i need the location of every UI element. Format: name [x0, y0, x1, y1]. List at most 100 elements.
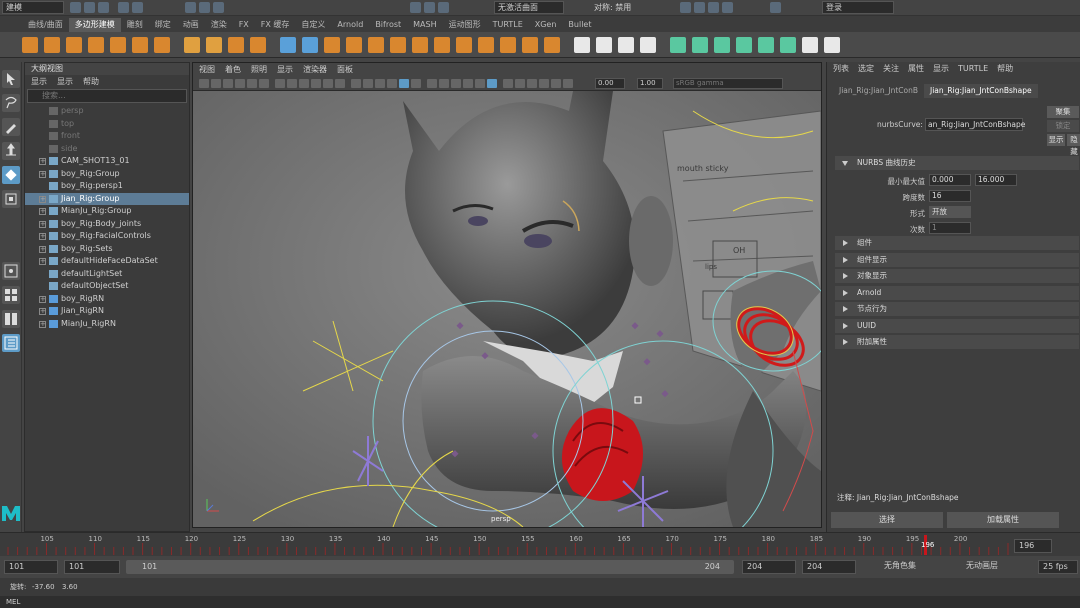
expand-icon[interactable]: +	[39, 158, 46, 165]
outliner-item[interactable]: defaultLightSet	[25, 268, 189, 281]
anim-layer-select[interactable]: 无动画层	[962, 560, 1024, 574]
node-name-field[interactable]: an_Rig:Jian_JntConBshape	[925, 118, 1025, 131]
viewport-menu-panels[interactable]: 面板	[337, 63, 353, 76]
shelf-tab[interactable]: XGen	[529, 18, 563, 32]
viewport-menu-renderer[interactable]: 渲染器	[303, 63, 327, 76]
playback-end-field[interactable]: 204	[742, 560, 796, 574]
shelf-tool-icon[interactable]	[22, 37, 38, 53]
ae-section[interactable]: 组件	[835, 236, 1079, 250]
viewport-tool-icon[interactable]	[275, 79, 285, 88]
viewport-tool-icon[interactable]	[287, 79, 297, 88]
select-tool-icon[interactable]	[2, 70, 20, 88]
outliner-item[interactable]: + boy_Rig:Sets	[25, 243, 189, 256]
shelf-tool-icon[interactable]	[736, 37, 752, 53]
ae-section[interactable]: 节点行为	[835, 302, 1079, 316]
shelf-tool-icon[interactable]	[544, 37, 560, 53]
viewport-tool-icon[interactable]	[223, 79, 233, 88]
viewport-tool-icon[interactable]	[387, 79, 397, 88]
shelf-tab[interactable]: TURTLE	[487, 18, 529, 32]
form-select[interactable]: 开放	[929, 206, 971, 218]
select-hierarchy-icon[interactable]	[185, 2, 196, 13]
start-time-field[interactable]: 101	[4, 560, 58, 574]
scene-view[interactable]: mouth sticky OH lips persp	[193, 91, 821, 527]
snap-curve-icon[interactable]	[424, 2, 435, 13]
shelf-tool-icon[interactable]	[596, 37, 612, 53]
shelf-tool-icon[interactable]	[824, 37, 840, 53]
outliner-menu-show[interactable]: 显示	[57, 75, 73, 88]
expand-icon[interactable]: +	[39, 320, 46, 328]
shelf-tab[interactable]: 绑定	[149, 18, 177, 32]
hypershade-icon[interactable]	[770, 2, 781, 13]
render-settings-icon[interactable]	[722, 2, 733, 13]
viewport-tool-icon[interactable]	[335, 79, 345, 88]
shelf-tab[interactable]: FX 缓存	[255, 18, 296, 32]
shelf-tool-icon[interactable]	[132, 37, 148, 53]
shelf-tool-icon[interactable]	[346, 37, 362, 53]
render-view-icon[interactable]	[680, 2, 691, 13]
ae-section[interactable]: 组件显示	[835, 252, 1079, 267]
outliner-item[interactable]: top	[25, 118, 189, 131]
viewport-tool-icon[interactable]	[351, 79, 361, 88]
ae-tab[interactable]: Jian_Rig:Jian_JntConB	[833, 84, 924, 98]
shelf-tab[interactable]: MASH	[407, 18, 442, 32]
viewport-menu-show[interactable]: 显示	[277, 63, 293, 76]
viewport-tool-icon[interactable]	[363, 79, 373, 88]
viewport-tool-icon[interactable]	[199, 79, 209, 88]
shelf-tool-icon[interactable]	[280, 37, 296, 53]
viewport-tool-icon[interactable]	[515, 79, 525, 88]
shelf-tab[interactable]: 雕刻	[121, 18, 149, 32]
file-new-icon[interactable]	[70, 2, 81, 13]
max-value-field[interactable]: 16.000	[975, 174, 1017, 186]
viewport-tool-icon[interactable]	[563, 79, 573, 88]
outliner-item[interactable]: defaultObjectSet	[25, 280, 189, 293]
ae-section[interactable]: Arnold	[835, 285, 1079, 300]
outliner-menu-display[interactable]: 显示	[31, 75, 47, 88]
viewport-tool-icon[interactable]	[375, 79, 385, 88]
outliner-item[interactable]: + MianJu_Rig:Group	[25, 205, 189, 218]
shelf-tool-icon[interactable]	[802, 37, 818, 53]
outliner-item[interactable]: boy_Rig:persp1	[25, 180, 189, 193]
ae-section[interactable]: UUID	[835, 318, 1079, 333]
login-button[interactable]: 登录	[822, 1, 894, 14]
snap-point-icon[interactable]	[438, 2, 449, 13]
outliner-search-input[interactable]: 搜索...	[27, 89, 187, 103]
shelf-tool-icon[interactable]	[434, 37, 450, 53]
gamma-field[interactable]: 1.00	[637, 78, 663, 89]
shelf-tool-icon[interactable]	[228, 37, 244, 53]
playback-start-field[interactable]: 101	[64, 560, 120, 574]
shelf-tab[interactable]: 自定义	[295, 18, 331, 32]
viewport-menu-lighting[interactable]: 照明	[251, 63, 267, 76]
shelf-tool-icon[interactable]	[500, 37, 516, 53]
shelf-tool-icon[interactable]	[758, 37, 774, 53]
shelf-tool-icon[interactable]	[184, 37, 200, 53]
outliner-layout-icon[interactable]	[2, 334, 20, 352]
ae-menu-item[interactable]: 列表	[833, 62, 849, 76]
expand-icon[interactable]: +	[39, 220, 46, 228]
shelf-tool-icon[interactable]	[302, 37, 318, 53]
outliner-item[interactable]: + MianJu_RigRN	[25, 318, 189, 331]
show-button[interactable]: 显示	[1047, 134, 1065, 146]
shelf-tool-icon[interactable]	[44, 37, 60, 53]
shelf-tab[interactable]: FX	[233, 18, 255, 32]
shelf-tool-icon[interactable]	[780, 37, 796, 53]
shelf-tab[interactable]: 渲染	[205, 18, 233, 32]
ae-menu-item[interactable]: TURTLE	[958, 62, 988, 76]
outliner-item[interactable]: + CAM_SHOT13_01	[25, 155, 189, 168]
select-button[interactable]: 选择	[831, 512, 943, 528]
shelf-tool-icon[interactable]	[66, 37, 82, 53]
ae-menu-item[interactable]: 选定	[858, 62, 874, 76]
shelf-tool-icon[interactable]	[154, 37, 170, 53]
viewport-tool-icon[interactable]	[487, 79, 497, 88]
shelf-tool-icon[interactable]	[368, 37, 384, 53]
viewport-tool-icon[interactable]	[399, 79, 409, 88]
shelf-tab[interactable]: 动画	[177, 18, 205, 32]
outliner-item[interactable]: + Jian_RigRN	[25, 305, 189, 318]
viewport-tool-icon[interactable]	[475, 79, 485, 88]
viewport-tool-icon[interactable]	[211, 79, 221, 88]
spans-field[interactable]: 16	[929, 190, 971, 202]
select-component-icon[interactable]	[213, 2, 224, 13]
outliner-item[interactable]: + boy_Rig:FacialControls	[25, 230, 189, 243]
redo-icon[interactable]	[132, 2, 143, 13]
shelf-tool-icon[interactable]	[412, 37, 428, 53]
shelf-tool-icon[interactable]	[206, 37, 222, 53]
